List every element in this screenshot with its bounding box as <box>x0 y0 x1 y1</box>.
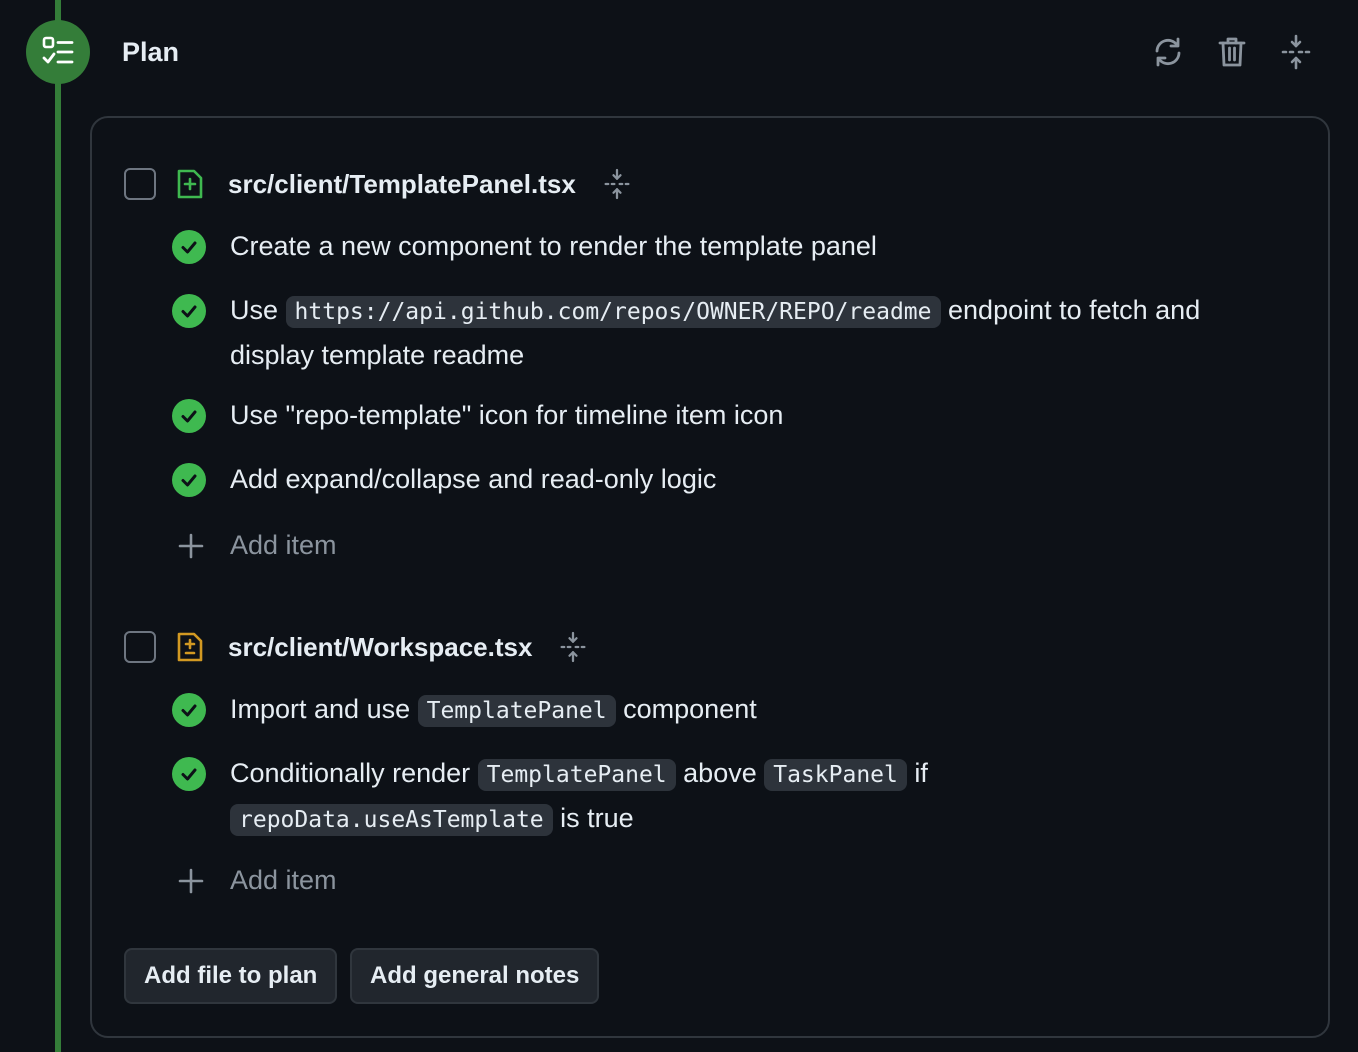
item-text: Conditionally render TemplatePanel above… <box>230 752 1030 842</box>
check-circle-icon[interactable] <box>172 757 206 791</box>
add-file-to-plan-button[interactable]: Add file to plan <box>124 948 338 1004</box>
inline-code: TaskPanel <box>764 759 907 791</box>
inline-code: https://api.github.com/repos/OWNER/REPO/… <box>285 296 941 328</box>
item-text-segment: Import and use <box>230 694 418 724</box>
list-item: Import and use TemplatePanel component <box>172 693 1272 733</box>
check-circle-icon[interactable] <box>172 463 206 497</box>
add-item-label: Add item <box>230 865 337 895</box>
add-general-notes-button[interactable]: Add general notes <box>350 948 600 1004</box>
item-text-segment: is true <box>552 803 634 833</box>
list-item: Conditionally render TemplatePanel above… <box>172 757 1272 842</box>
check-circle-icon[interactable] <box>172 230 206 264</box>
list-item: Add expand/collapse and read-only logic <box>172 463 1272 501</box>
plus-icon <box>176 866 206 896</box>
file-header: src/client/Workspace.tsx <box>124 627 590 667</box>
sync-icon[interactable] <box>1148 32 1188 72</box>
fold-icon[interactable] <box>556 630 590 664</box>
inline-code: TemplatePanel <box>417 695 616 727</box>
plan-card: src/client/TemplatePanel.tsx Create a ne <box>90 116 1330 1038</box>
list-item: Use https://api.github.com/repos/OWNER/R… <box>172 294 1272 377</box>
plus-icon <box>176 531 206 561</box>
check-circle-icon[interactable] <box>172 399 206 433</box>
inline-code: TemplatePanel <box>477 759 676 791</box>
list-item: Use "repo-template" icon for timeline it… <box>172 399 1272 437</box>
file-checkbox[interactable] <box>124 631 156 663</box>
item-text-segment: above <box>675 758 765 788</box>
add-item-label: Add item <box>230 530 337 560</box>
fold-icon[interactable] <box>600 167 634 201</box>
item-text-segment: Conditionally render <box>230 758 478 788</box>
fold-icon[interactable] <box>1276 32 1316 72</box>
item-text: Add expand/collapse and read-only logic <box>230 458 716 501</box>
timeline-line <box>55 0 61 1052</box>
header-actions <box>1148 32 1316 72</box>
list-item: Create a new component to render the tem… <box>172 230 1272 268</box>
file-checkbox[interactable] <box>124 168 156 200</box>
inline-code: repoData.useAsTemplate <box>230 804 553 836</box>
item-text-segment: if <box>906 758 928 788</box>
item-text: Use "repo-template" icon for timeline it… <box>230 394 783 437</box>
file-name[interactable]: src/client/Workspace.tsx <box>228 632 532 663</box>
item-text-segment: Add expand/collapse and read-only logic <box>230 464 717 494</box>
file-name[interactable]: src/client/TemplatePanel.tsx <box>228 169 576 200</box>
item-text-segment: component <box>615 694 757 724</box>
item-text: Use https://api.github.com/repos/OWNER/R… <box>230 289 1272 377</box>
item-text-segment: Use <box>230 295 286 325</box>
plan-list-icon <box>26 20 90 84</box>
add-item-button[interactable]: Add item <box>176 530 337 561</box>
trash-icon[interactable] <box>1212 32 1252 72</box>
plan-timeline-item: Plan src/client/TemplatePanel.tsx Create… <box>0 0 1358 1052</box>
file-added-icon <box>174 168 206 200</box>
plan-title: Plan <box>122 37 180 67</box>
item-text: Create a new component to render the tem… <box>230 225 877 268</box>
file-header: src/client/TemplatePanel.tsx <box>124 164 634 204</box>
item-text-segment: Use "repo-template" icon for timeline it… <box>230 400 784 430</box>
add-item-button[interactable]: Add item <box>176 865 337 896</box>
item-text-segment: Create a new component to render the tem… <box>230 231 877 261</box>
item-text: Import and use TemplatePanel component <box>230 688 757 733</box>
check-circle-icon[interactable] <box>172 693 206 727</box>
check-circle-icon[interactable] <box>172 294 206 328</box>
file-modified-icon <box>174 631 206 663</box>
